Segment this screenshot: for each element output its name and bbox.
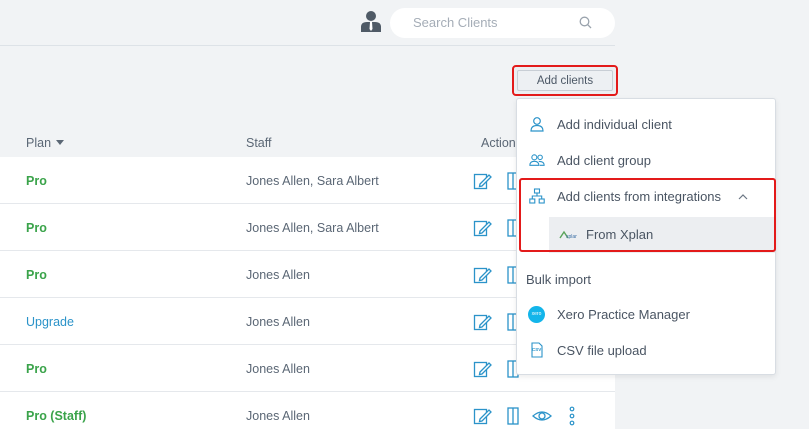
staff-cell: Jones Allen: [246, 409, 310, 423]
menu-item-csv-upload[interactable]: CSV CSV file upload: [517, 333, 775, 369]
plan-link[interactable]: Pro: [26, 221, 47, 235]
column-header-plan[interactable]: Plan: [26, 136, 65, 150]
user-icon[interactable]: [361, 10, 381, 32]
csv-badge: CSV: [532, 347, 542, 352]
plan-link[interactable]: Pro (Staff): [26, 409, 86, 423]
search-input[interactable]: Search Clients: [413, 15, 498, 30]
staff-cell: Jones Allen: [246, 362, 310, 376]
integrations-highlight: [519, 178, 776, 252]
sort-caret-icon: [56, 140, 65, 145]
edit-icon[interactable]: [473, 171, 493, 191]
bulk-import-heading: Bulk import: [526, 272, 592, 287]
add-clients-highlight: Add clients: [512, 65, 618, 96]
staff-cell: Jones Allen, Sara Albert: [246, 221, 379, 235]
view-icon[interactable]: [532, 406, 552, 426]
menu-item-add-group[interactable]: Add client group: [517, 143, 775, 179]
upgrade-link[interactable]: Upgrade: [26, 315, 74, 329]
menu-item-label: Add client group: [557, 153, 651, 168]
xero-logo-icon: xero: [528, 306, 545, 323]
table-row: Pro (Staff) Jones Allen: [0, 392, 615, 429]
person-icon: [530, 117, 544, 132]
staff-cell: Jones Allen: [246, 268, 310, 282]
search-icon[interactable]: [579, 16, 592, 29]
menu-item-label: CSV file upload: [557, 343, 647, 358]
menu-item-label: Xero Practice Manager: [557, 307, 690, 322]
plan-link[interactable]: Pro: [26, 362, 47, 376]
menu-item-label: Add individual client: [557, 117, 672, 132]
add-clients-button[interactable]: Add clients: [517, 70, 613, 91]
menu-item-xero[interactable]: xero Xero Practice Manager: [517, 297, 775, 333]
edit-icon[interactable]: [473, 359, 493, 379]
door-icon[interactable]: [504, 406, 524, 426]
staff-cell: Jones Allen: [246, 315, 310, 329]
edit-icon[interactable]: [473, 218, 493, 238]
edit-icon[interactable]: [473, 265, 493, 285]
menu-item-add-individual[interactable]: Add individual client: [517, 107, 775, 143]
plan-link[interactable]: Pro: [26, 174, 47, 188]
search-box[interactable]: Search Clients: [390, 8, 615, 38]
more-options-icon[interactable]: [562, 406, 582, 426]
plan-link[interactable]: Pro: [26, 268, 47, 282]
group-icon: [529, 154, 545, 166]
edit-icon[interactable]: [473, 406, 493, 426]
top-bar: Search Clients: [0, 0, 615, 46]
staff-cell: Jones Allen, Sara Albert: [246, 174, 379, 188]
column-header-staff: Staff: [246, 136, 272, 150]
edit-icon[interactable]: [473, 312, 493, 332]
column-header-plan-label: Plan: [26, 136, 52, 150]
